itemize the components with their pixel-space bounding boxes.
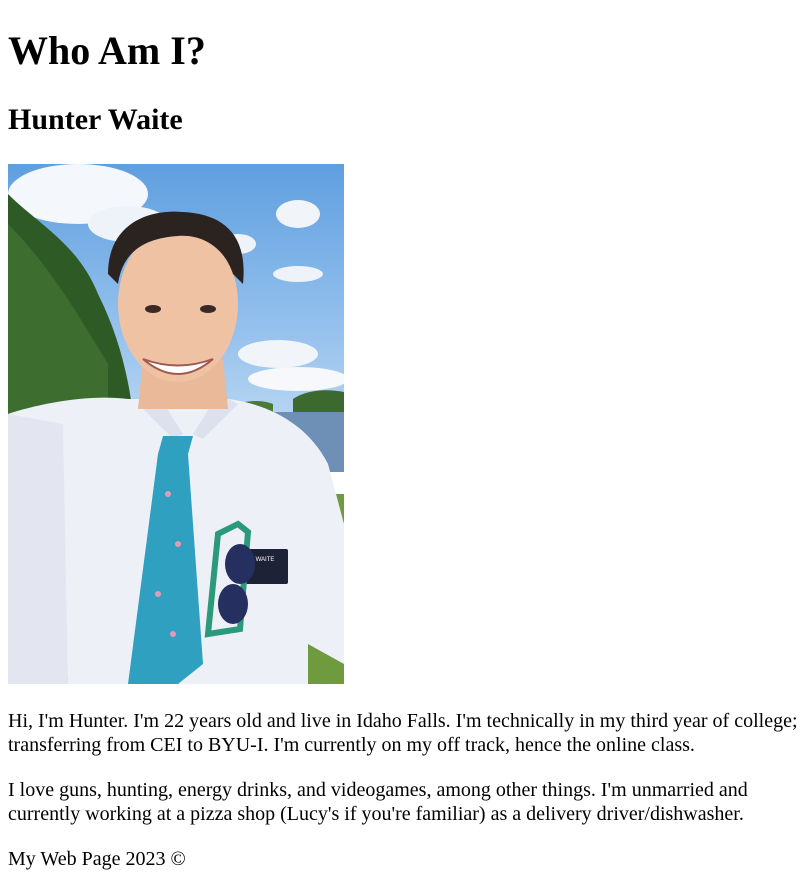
profile-photo: WAITE — [8, 164, 344, 684]
bio-paragraph-1: Hi, I'm Hunter. I'm 22 years old and liv… — [8, 710, 798, 756]
footer-copyright: My Web Page 2023 © — [8, 848, 186, 870]
bio-paragraph-2: I love guns, hunting, energy drinks, and… — [8, 779, 748, 825]
page-title: Who Am I? — [8, 28, 206, 73]
name-tag-label: WAITE — [256, 557, 275, 563]
person-name-heading: Hunter Waite — [8, 103, 183, 136]
